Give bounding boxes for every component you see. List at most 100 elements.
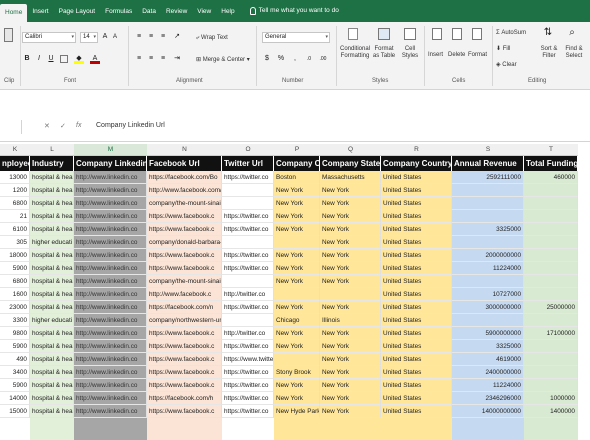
table-cell[interactable]: 14000 <box>0 392 30 405</box>
align-left-icon[interactable]: ≡ <box>134 54 144 64</box>
table-cell[interactable]: hospital & hea <box>30 171 74 184</box>
delete-button[interactable]: Delete <box>448 52 465 59</box>
indent-icon[interactable]: ⇥ <box>172 54 182 64</box>
table-cell[interactable]: New York <box>320 249 381 262</box>
table-cell[interactable]: 5900 <box>0 262 30 275</box>
table-cell[interactable]: 23000 <box>0 301 30 314</box>
table-cell[interactable]: higher educati <box>30 314 74 327</box>
table-cell[interactable]: New York <box>320 405 381 418</box>
table-cell[interactable]: United States <box>381 275 452 288</box>
table-cell[interactable]: 2592111000 <box>452 171 524 184</box>
table-cell[interactable]: http://www.linkedin.co <box>74 275 147 288</box>
table-cell[interactable]: 305 <box>0 236 30 249</box>
table-cell[interactable]: New York <box>320 379 381 392</box>
find-select-button[interactable]: Find & Select <box>561 46 587 60</box>
wrap-text-button[interactable]: ⤶ Wrap Text <box>196 35 228 42</box>
table-cell[interactable]: New York <box>320 236 381 249</box>
table-cell[interactable]: hospital & hea <box>30 327 74 340</box>
column-header-M[interactable]: M <box>74 144 147 156</box>
format-as-table-button[interactable]: Format as Table <box>371 46 397 60</box>
table-cell[interactable] <box>524 210 578 223</box>
table-cell[interactable]: https://www.facebook.c <box>147 210 222 223</box>
table-cell[interactable]: https://www.facebook.c <box>147 353 222 366</box>
table-cell[interactable]: http://www.linkedin.co <box>74 340 147 353</box>
table-cell[interactable]: 6100 <box>0 223 30 236</box>
align-center-icon[interactable]: ≡ <box>146 54 156 64</box>
table-cell[interactable]: http://www.linkedin.co <box>74 262 147 275</box>
table-cell[interactable]: 5900 <box>0 340 30 353</box>
decrease-decimal-icon[interactable]: .00 <box>318 54 328 64</box>
table-cell[interactable]: https://twitter.co <box>222 340 274 353</box>
table-cell[interactable]: New York <box>274 262 320 275</box>
table-cell[interactable]: New Hyde Park <box>274 405 320 418</box>
autosum-button[interactable]: Σ AutoSum <box>496 30 526 37</box>
table-cell[interactable]: http://www.linkedin.co <box>74 379 147 392</box>
table-cell[interactable]: New York <box>274 184 320 197</box>
fill-color-icon[interactable]: ◆ <box>74 54 84 64</box>
table-cell[interactable] <box>524 353 578 366</box>
table-cell[interactable]: hospital & hea <box>30 340 74 353</box>
column-header-P[interactable]: P <box>274 144 320 156</box>
insert-button[interactable]: Insert <box>428 52 443 59</box>
table-cell[interactable]: https://twitter.co <box>222 262 274 275</box>
table-cell[interactable]: hospital & hea <box>30 301 74 314</box>
currency-icon[interactable]: $ <box>262 54 272 64</box>
table-cell[interactable]: 21 <box>0 210 30 223</box>
table-cell[interactable] <box>222 314 274 327</box>
table-cell[interactable]: New York <box>274 249 320 262</box>
table-cell[interactable] <box>222 236 274 249</box>
conditional-formatting-button[interactable]: Conditional Formatting <box>340 46 370 60</box>
table-cell[interactable]: 18000 <box>0 249 30 262</box>
table-cell[interactable]: http://www.linkedin.co <box>74 197 147 210</box>
delete-cells-icon[interactable] <box>452 28 462 40</box>
borders-icon[interactable] <box>60 55 68 63</box>
table-cell[interactable]: https://www.facebook.c <box>147 379 222 392</box>
table-cell[interactable]: United States <box>381 249 452 262</box>
table-cell[interactable]: 2400000000 <box>452 366 524 379</box>
table-cell[interactable] <box>524 223 578 236</box>
column-header-O[interactable]: O <box>222 144 274 156</box>
table-cell[interactable]: https://www.facebook.c <box>147 340 222 353</box>
table-cell[interactable] <box>320 288 381 301</box>
table-cell[interactable]: https://facebook.com/n <box>147 301 222 314</box>
align-right-icon[interactable]: ≡ <box>158 54 168 64</box>
column-header-K[interactable]: K <box>0 144 30 156</box>
table-cell[interactable]: United States <box>381 197 452 210</box>
table-cell[interactable]: New York <box>320 366 381 379</box>
table-cell[interactable]: New York <box>320 301 381 314</box>
table-cell[interactable]: New York <box>320 223 381 236</box>
table-cell[interactable]: New York <box>274 392 320 405</box>
increase-font-icon[interactable]: A <box>100 32 110 42</box>
table-cell[interactable]: 1000000 <box>524 392 578 405</box>
enter-icon[interactable]: ✓ <box>60 122 66 130</box>
table-cell[interactable]: New York <box>320 392 381 405</box>
table-cell[interactable] <box>452 184 524 197</box>
table-cell[interactable]: https://www.facebook.c <box>147 262 222 275</box>
table-cell[interactable]: hospital & hea <box>30 405 74 418</box>
align-middle-icon[interactable]: ≡ <box>146 32 156 42</box>
table-cell[interactable]: New York <box>274 327 320 340</box>
column-header-S[interactable]: S <box>452 144 524 156</box>
table-cell[interactable]: https://twitter.co <box>222 171 274 184</box>
table-cell[interactable]: http://www.linkedin.co <box>74 327 147 340</box>
table-cell[interactable]: 1600 <box>0 288 30 301</box>
table-cell[interactable]: https://www.facebook.c <box>147 366 222 379</box>
table-cell[interactable]: New York <box>320 210 381 223</box>
bold-button[interactable]: B <box>22 54 32 64</box>
table-cell[interactable]: United States <box>381 171 452 184</box>
table-cell[interactable]: hospital & hea <box>30 210 74 223</box>
table-cell[interactable]: hospital & hea <box>30 353 74 366</box>
table-cell[interactable] <box>524 236 578 249</box>
table-cell[interactable]: United States <box>381 262 452 275</box>
table-cell[interactable]: 3000000000 <box>452 301 524 314</box>
table-cell[interactable]: 15000 <box>0 405 30 418</box>
table-cell[interactable]: 6800 <box>0 197 30 210</box>
table-cell[interactable]: hospital & hea <box>30 379 74 392</box>
header-cell[interactable]: Annual Revenue <box>452 156 524 171</box>
table-cell[interactable]: 5900 <box>0 379 30 392</box>
table-cell[interactable]: United States <box>381 184 452 197</box>
table-cell[interactable]: http://www.linkedin.co <box>74 353 147 366</box>
table-cell[interactable]: 17100000 <box>524 327 578 340</box>
table-cell[interactable]: New York <box>320 197 381 210</box>
column-header-N[interactable]: N <box>147 144 222 156</box>
